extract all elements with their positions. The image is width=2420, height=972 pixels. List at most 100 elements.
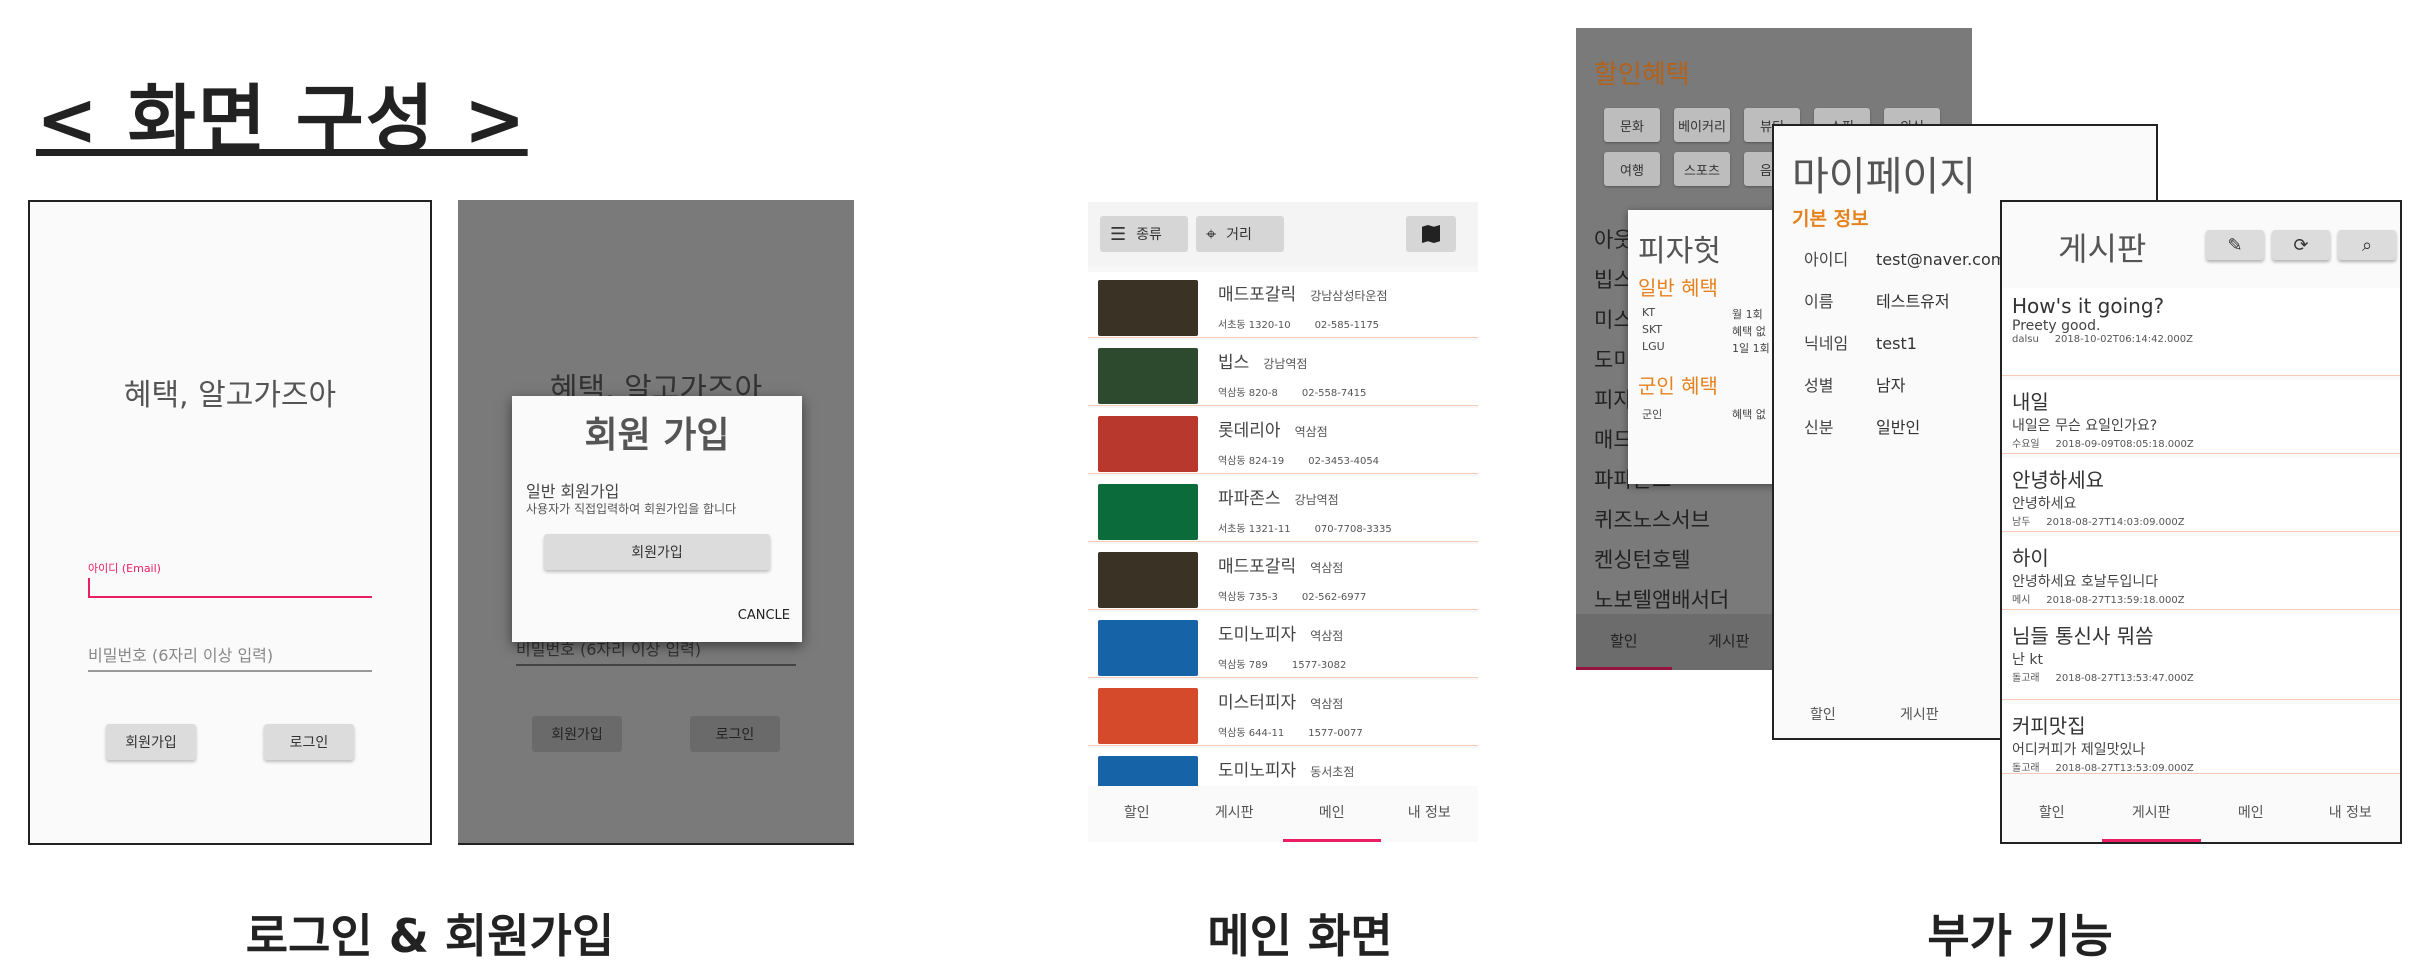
search-icon: ⌕ bbox=[2361, 234, 2373, 256]
basic-info-heading: 기본 정보 bbox=[1792, 208, 1869, 230]
signup-button-dimmed: 회원가입 bbox=[532, 716, 622, 752]
store-name-line: 미스터피자 역삼점 bbox=[1218, 688, 1343, 713]
store-row[interactable]: 파파존스 강남역점 서초동 1321-11 070-7708-3335 bbox=[1088, 476, 1478, 542]
main-screen: ☰ 종류 ⌖ 거리 매드포갈릭 강남삼성타운점서초동 1320-10 02-585-11… bbox=[1088, 202, 1478, 842]
store-phone: 1577-3082 bbox=[1291, 660, 1347, 671]
post-item[interactable]: 내일 내일은 무슨 요일인가요? 수요일 2018-09-09T08:05:18.0… bbox=[2002, 380, 2400, 454]
id-input[interactable] bbox=[88, 576, 372, 598]
tab-3[interactable]: 내 정보 bbox=[1381, 786, 1479, 842]
discount-item[interactable]: 퀴즈노스서브 bbox=[1594, 504, 1710, 534]
mypage-tab-board[interactable]: 게시판 bbox=[1900, 704, 1939, 724]
post-meta: 메시 2018-08-27T13:59:18.000Z bbox=[2012, 595, 2185, 606]
post-item[interactable]: 커피맛집어디커피가 제일맛있나돌고래 2018-08-27T13:53:09.0… bbox=[2002, 704, 2400, 774]
board-tab-1[interactable]: 게시판 bbox=[2101, 786, 2202, 842]
store-row[interactable]: 롯데리아 역삼점 역삼동 824-19 02-3453-4054 bbox=[1088, 408, 1478, 474]
store-branch: 동서초점 bbox=[1310, 765, 1355, 779]
password-input[interactable]: 비밀번호 (6자리 이상 입력) bbox=[88, 642, 372, 672]
telco-benefit: 월 1회 bbox=[1732, 308, 1763, 321]
login-button[interactable]: 로그인 bbox=[264, 724, 354, 760]
store-name-line: 도미노피자 동서초점 bbox=[1218, 756, 1354, 781]
caption-extra: 부가 기능 bbox=[1927, 909, 2113, 963]
tab-0[interactable]: 할인 bbox=[1088, 786, 1186, 842]
store-address-line: 역삼동 820-8 02-558-7415 bbox=[1218, 384, 1366, 399]
store-thumbnail bbox=[1098, 280, 1198, 336]
kind-filter-button[interactable]: ☰ 종류 bbox=[1100, 216, 1188, 252]
store-phone: 1577-0077 bbox=[1308, 728, 1363, 739]
telco-benefit: 혜택 없 bbox=[1732, 325, 1766, 338]
map-button[interactable] bbox=[1406, 216, 1456, 252]
category-button[interactable]: 베이커리 bbox=[1674, 108, 1730, 142]
military-benefit: 혜택 없 bbox=[1732, 408, 1766, 421]
discount-item[interactable]: 빕스 bbox=[1594, 264, 1633, 294]
post-title: How's it going? bbox=[2012, 294, 2165, 318]
refresh-icon: ⟳ bbox=[2293, 234, 2309, 256]
tab-board[interactable]: 게시판 bbox=[1708, 630, 1749, 651]
category-button[interactable]: 스포츠 bbox=[1674, 152, 1730, 186]
store-address-line: 역삼동 789 1577-3082 bbox=[1218, 656, 1346, 671]
store-phone: 02-562-6977 bbox=[1301, 592, 1367, 603]
store-address: 역삼동 824-19 bbox=[1218, 456, 1285, 467]
general-signup-button[interactable]: 회원가입 bbox=[544, 534, 770, 570]
write-button[interactable]: ✎ bbox=[2206, 230, 2264, 260]
store-phone: 02-3453-4054 bbox=[1308, 456, 1380, 467]
app-title: 혜택, 알고가즈아 bbox=[123, 378, 337, 413]
discount-item[interactable]: 켄싱턴호텔 bbox=[1594, 544, 1691, 574]
store-row[interactable]: 도미노피자 역삼점역삼동 789 1577-3082 bbox=[1088, 612, 1478, 678]
store-thumbnail bbox=[1098, 348, 1198, 404]
store-name: 미스터피자 bbox=[1218, 693, 1297, 713]
tab-1[interactable]: 게시판 bbox=[1186, 786, 1284, 842]
login-button-dimmed: 로그인 bbox=[690, 716, 780, 752]
refresh-button[interactable]: ⟳ bbox=[2272, 230, 2330, 260]
category-button[interactable]: 여행 bbox=[1604, 152, 1660, 186]
cancel-button[interactable]: CANCLE bbox=[738, 608, 790, 623]
discount-title: 할인혜택 bbox=[1594, 60, 1690, 90]
pencil-icon: ✎ bbox=[2227, 234, 2243, 256]
telco-name: KT bbox=[1642, 306, 1656, 319]
menu-icon: ☰ bbox=[1110, 223, 1127, 245]
signup-button[interactable]: 회원가입 bbox=[106, 724, 196, 760]
category-button[interactable]: 문화 bbox=[1604, 108, 1660, 142]
board-tab-0[interactable]: 할인 bbox=[2002, 786, 2102, 842]
popup-title: 피자헛 bbox=[1638, 234, 1721, 269]
store-name-line: 매드포갈릭 강남삼성타운점 bbox=[1218, 280, 1387, 305]
post-title: 커피맛집 bbox=[2012, 714, 2086, 738]
tab-2[interactable]: 메인 bbox=[1283, 786, 1381, 842]
search-button[interactable]: ⌕ bbox=[2338, 230, 2396, 260]
board-title: 게시판 bbox=[2058, 230, 2147, 268]
tab-discount[interactable]: 할인 bbox=[1610, 630, 1638, 651]
store-address-line: 서초동 1320-10 02-585-1175 bbox=[1218, 316, 1379, 331]
post-item[interactable]: 하이 안녕하세요 호날두입니다 메시 2018-08-27T13:59:18.000… bbox=[2002, 536, 2400, 610]
password-placeholder-dimmed: 비밀번호 (6자리 이상 입력) bbox=[516, 640, 702, 659]
board-tab-3[interactable]: 내 정보 bbox=[2301, 786, 2401, 842]
post-body: 어디커피가 제일맛있나 bbox=[2012, 742, 2146, 758]
post-body: Preety good. bbox=[2012, 318, 2101, 334]
post-item[interactable]: How's it going? Preety good. dalsu 2018-10… bbox=[2002, 288, 2400, 376]
post-meta: 수요일 2018-09-09T08:05:18.000Z bbox=[2012, 439, 2194, 450]
post-title: 내일 bbox=[2012, 390, 2049, 414]
filter-bar: ☰ 종류 ⌖ 거리 bbox=[1088, 202, 1478, 266]
post-title: 하이 bbox=[2012, 546, 2049, 570]
page-title: < 화면 구성 > bbox=[36, 77, 528, 163]
store-thumbnail bbox=[1098, 552, 1198, 608]
store-phone: 02-558-7415 bbox=[1301, 388, 1367, 399]
post-item[interactable]: 님들 통신사 뭐씀 난 kt 돌고래 2018-08-27T13:53:47.000… bbox=[2002, 614, 2400, 700]
dialog-section: 일반 회원가입 bbox=[526, 482, 620, 501]
post-item[interactable]: 안녕하세요 안녕하세요 남두 2018-08-27T14:03:09.000Z bbox=[2002, 458, 2400, 532]
mypage-tab-discount[interactable]: 할인 bbox=[1810, 704, 1836, 724]
login-screen: 혜택, 알고가즈아 아이디 (Email) 비밀번호 (6자리 이상 입력) 회… bbox=[28, 200, 432, 845]
store-address: 역삼동 820-8 bbox=[1218, 388, 1278, 399]
store-row[interactable]: 미스터피자 역삼점 역삼동 644-11 1577-0077 bbox=[1088, 680, 1478, 746]
distance-filter-button[interactable]: ⌖ 거리 bbox=[1196, 216, 1284, 252]
location-icon: ⌖ bbox=[1206, 223, 1217, 245]
profile-value: test@naver.com bbox=[1876, 250, 2007, 269]
store-row[interactable]: 매드포갈릭 강남삼성타운점서초동 1320-10 02-585-1175 bbox=[1088, 272, 1478, 338]
discount-item[interactable]: 노보텔앰배서더 bbox=[1594, 584, 1729, 614]
post-meta: dalsu 2018-10-02T06:14:42.000Z bbox=[2012, 334, 2193, 345]
profile-row: 아이디 test@naver.com bbox=[1804, 246, 2006, 270]
store-thumbnail bbox=[1098, 688, 1198, 744]
store-row[interactable]: 매드포갈릭 역삼점 역삼동 735-3 02-562-6977 bbox=[1088, 544, 1478, 610]
store-row[interactable]: 빕스 강남역점 역삼동 820-8 02-558-7415 bbox=[1088, 340, 1478, 406]
post-meta: 돌고래 2018-08-27T13:53:09.000Z bbox=[2012, 763, 2194, 774]
store-name-line: 도미노피자 역삼점 bbox=[1218, 620, 1343, 645]
board-tab-2[interactable]: 메인 bbox=[2201, 786, 2301, 842]
